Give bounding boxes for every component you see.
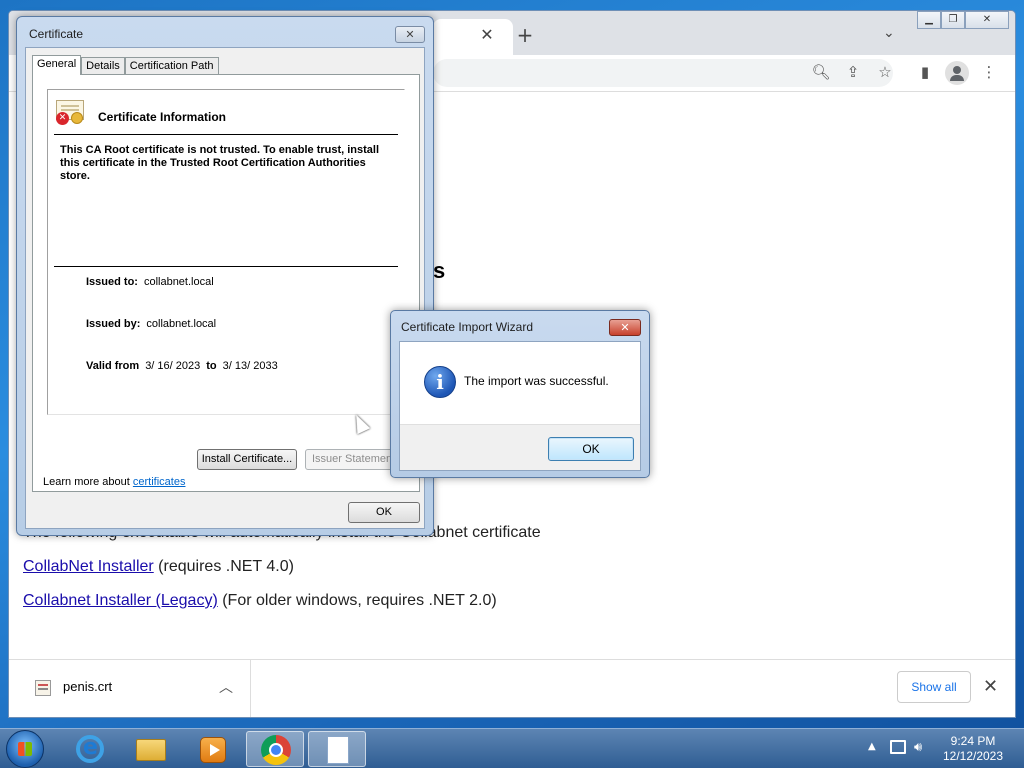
internet-explorer-icon [76,735,104,763]
issued-to-row: Issued to: collabnet.local [86,276,214,288]
issued-to-value: collabnet.local [143,276,214,288]
installer-note: (requires .NET 4.0) [153,558,294,575]
valid-to-value: 3/ 13/ 2033 [222,360,278,372]
menu-kebab-icon[interactable]: ⋮ [979,63,999,81]
tab-general[interactable]: General [32,55,82,75]
valid-to-label: to [206,360,217,372]
certificate-info-title: Certificate Information [98,110,227,124]
installer-line: CollabNet Installer (requires .NET 4.0) [23,558,294,576]
dialog-tabs: General Details Certification Path [32,55,219,75]
clock-time: 9:24 PM [950,734,996,748]
dialog-close-icon[interactable]: ✕ [395,26,425,43]
chevron-up-icon[interactable]: ︿ [219,677,233,697]
issued-by-label: Issued by: [86,318,141,330]
learn-more-prefix: Learn more about [43,476,133,488]
share-icon[interactable]: ⇪ [843,63,863,81]
import-wizard-dialog: Certificate Import Wizard ✕ i The import… [390,310,650,478]
taskbar-internet-explorer[interactable] [60,731,118,767]
browser-tab[interactable] [433,19,513,55]
clock-date: 12/12/2023 [942,749,1004,763]
issuer-statement-button[interactable]: Issuer Statement [305,449,393,470]
legacy-installer-line: Collabnet Installer (Legacy) (For older … [23,592,497,610]
legacy-installer-link[interactable]: Collabnet Installer (Legacy) [23,592,218,609]
cert-ok-button[interactable]: OK [348,502,420,523]
download-item[interactable]: penis.crt ︿ [9,660,251,717]
valid-from-label: Valid from [86,360,140,372]
tab-close-icon[interactable]: ✕ [477,25,497,44]
wizard-message: The import was successful. [464,374,609,388]
wizard-body: i The import was successful. OK [399,341,641,471]
bookmark-star-icon[interactable]: ☆ [875,63,895,81]
tab-certification-path[interactable]: Certification Path [124,57,219,75]
validity-row: Valid from 3/ 16/ 2023 to 3/ 13/ 2033 [86,360,278,372]
download-bar: penis.crt ︿ Show all ✕ [9,659,1015,717]
issued-by-row: Issued by: collabnet.local [86,318,216,330]
untrusted-certificate-icon: ✕ [56,100,86,126]
certificates-link[interactable]: certificates [133,476,186,488]
learn-more-text: Learn more about certificates [43,476,185,488]
minimize-icon[interactable]: ▁ [917,11,941,29]
certificate-dialog: Certificate ✕ General Details Certificat… [16,16,434,536]
information-icon: i [424,366,456,398]
window-close-icon[interactable]: ✕ [965,11,1009,29]
trust-warning-message: This CA Root certificate is not trusted.… [60,144,380,182]
wizard-ok-button[interactable]: OK [548,437,634,461]
show-all-button[interactable]: Show all [897,671,971,703]
page-heading: s [433,258,446,283]
taskbar-explorer[interactable] [122,731,180,767]
tab-details[interactable]: Details [81,57,125,75]
dialog-title: Certificate [29,27,84,41]
media-player-icon [200,737,226,763]
taskbar-certificate-window[interactable] [308,731,366,767]
tab-search-chevron-icon[interactable]: ⌄ [883,25,895,41]
wizard-title: Certificate Import Wizard [401,320,534,334]
taskbar: ▲ 🔊︎ 9:24 PM 12/12/2023 [0,728,1024,768]
restore-icon[interactable]: ❐ [941,11,965,29]
issued-by-value: collabnet.local [146,318,217,330]
new-tab-icon[interactable]: + [513,23,537,47]
valid-from-value: 3/ 16/ 2023 [145,360,201,372]
zoom-icon[interactable]: 🔍︎ [811,63,831,81]
certificate-file-icon [35,680,51,696]
download-file-name: penis.crt [63,679,113,694]
profile-avatar-icon[interactable] [945,61,969,85]
start-button[interactable] [6,730,44,768]
network-icon[interactable] [890,740,906,754]
issued-to-label: Issued to: [86,276,138,288]
divider [54,134,398,135]
system-clock[interactable]: 9:24 PM 12/12/2023 [930,734,1016,764]
wizard-footer: OK [400,424,640,470]
legacy-note: (For older windows, requires .NET 2.0) [217,592,497,609]
show-hidden-icons-icon[interactable]: ▲ [868,741,876,752]
chrome-icon [261,735,291,765]
document-icon [327,736,349,764]
divider [54,266,398,267]
window-controls: ▁ ❐ ✕ [917,11,1009,29]
install-certificate-button[interactable]: Install Certificate... [197,449,297,470]
taskbar-media-player[interactable] [184,731,242,767]
volume-icon[interactable]: 🔊︎ [914,740,922,755]
dialog-body: General Details Certification Path ✕ Cer… [25,47,425,529]
collabnet-installer-link[interactable]: CollabNet Installer [23,558,154,575]
side-panel-icon[interactable]: ▮ [915,63,935,81]
download-bar-close-icon[interactable]: ✕ [983,676,998,697]
wizard-close-icon[interactable]: ✕ [609,319,641,336]
folder-icon [136,739,166,761]
certificate-info-box: ✕ Certificate Information This CA Root c… [47,89,405,415]
taskbar-chrome[interactable] [246,731,304,767]
